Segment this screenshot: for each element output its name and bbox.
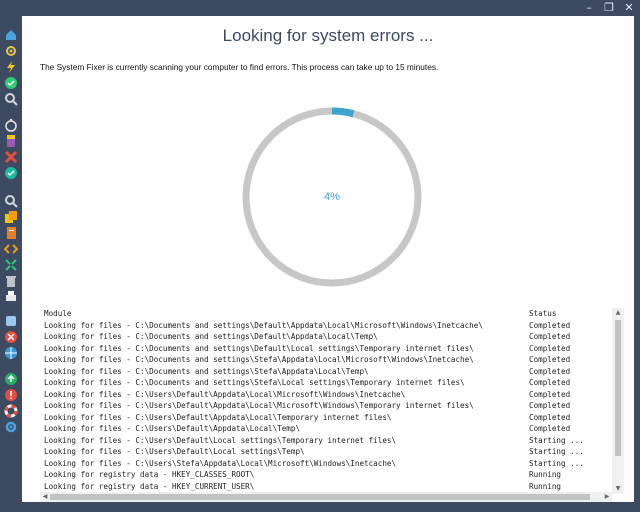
- row-status: Starting ...: [529, 435, 584, 445]
- document-icon[interactable]: [4, 226, 18, 240]
- gear-icon[interactable]: [4, 44, 18, 58]
- progress-percent: 4%: [324, 191, 340, 203]
- row-status: Completed: [529, 366, 571, 376]
- row-module: Looking for files - C:\Documents and set…: [44, 343, 474, 353]
- row-module: Looking for files - C:\Documents and set…: [44, 320, 483, 330]
- table-row: Looking for files - C:\Documents and set…: [40, 320, 610, 332]
- row-status: Completed: [529, 343, 571, 353]
- alert-icon[interactable]: [4, 388, 18, 402]
- globe-icon[interactable]: [4, 346, 18, 360]
- scan-log-table: Module Status Looking for files - C:\Doc…: [40, 308, 610, 492]
- row-module: Looking for files - C:\Users\Default\Loc…: [44, 447, 305, 456]
- home-icon[interactable]: [4, 28, 18, 42]
- row-module: Looking for files - C:\Users\Default\App…: [44, 389, 406, 399]
- zoom-icon[interactable]: [4, 194, 18, 208]
- resize-icon[interactable]: [4, 258, 18, 272]
- lightning-icon[interactable]: [4, 60, 18, 74]
- scan-description: The System Fixer is currently scanning y…: [40, 62, 439, 72]
- row-status: Completed: [529, 389, 571, 399]
- lifebuoy-icon[interactable]: [4, 404, 18, 418]
- page-title: Looking for system errors ...: [222, 26, 434, 45]
- stopwatch-icon[interactable]: [4, 118, 18, 132]
- settings-icon[interactable]: [4, 420, 18, 434]
- row-status: Completed: [529, 320, 571, 330]
- error-icon[interactable]: [4, 330, 18, 344]
- scroll-up-arrow-icon[interactable]: ▲: [612, 308, 624, 318]
- row-module: Looking for files - C:\Users\Stefa\Appda…: [44, 458, 397, 468]
- main-panel: Looking for system errors ... The System…: [22, 16, 634, 502]
- refresh-icon[interactable]: [4, 166, 18, 180]
- row-module: Looking for files - C:\Documents and set…: [44, 378, 465, 387]
- row-status: Running: [529, 481, 562, 491]
- magnifier-icon[interactable]: [4, 92, 18, 106]
- column-header-module: Module: [44, 309, 72, 318]
- scroll-left-arrow-icon[interactable]: ◀: [40, 492, 50, 502]
- row-module: Looking for registry data - HKEY_CURRENT…: [44, 481, 255, 491]
- table-row: Looking for files - C:\Users\Default\Loc…: [40, 435, 610, 447]
- table-header: Module Status: [40, 308, 610, 320]
- row-module: Looking for files - C:\Documents and set…: [44, 366, 369, 376]
- row-module: Looking for files - C:\Users\Default\App…: [44, 424, 301, 433]
- scroll-down-arrow-icon[interactable]: ▼: [612, 484, 624, 494]
- code-icon[interactable]: [4, 242, 18, 256]
- row-status: Completed: [529, 355, 571, 364]
- vertical-scroll-thumb[interactable]: [615, 320, 621, 456]
- table-row: Looking for files - C:\Users\Default\App…: [40, 389, 610, 401]
- table-row: Looking for files - C:\Documents and set…: [40, 354, 610, 366]
- upload-icon[interactable]: [4, 372, 18, 386]
- sidebar: [0, 16, 22, 512]
- check-shield-icon[interactable]: [4, 76, 18, 90]
- row-module: Looking for files - C:\Users\Default\Loc…: [44, 435, 397, 445]
- progress-ring: 4%: [237, 102, 427, 292]
- table-row: Looking for files - C:\Users\Stefa\Appda…: [40, 458, 610, 470]
- column-header-status: Status: [529, 309, 557, 318]
- printer-icon[interactable]: [4, 290, 18, 304]
- table-row: Looking for files - C:\Users\Default\Loc…: [40, 446, 610, 458]
- table-row: Looking for files - C:\Users\Default\App…: [40, 423, 610, 435]
- cross-tools-icon[interactable]: [4, 150, 18, 164]
- minimize-button[interactable]: –: [580, 1, 598, 15]
- row-module: Looking for files - C:\Users\Default\App…: [44, 401, 474, 410]
- vertical-scrollbar[interactable]: ▲ ▼: [612, 308, 624, 494]
- row-status: Completed: [529, 378, 571, 387]
- copy-icon[interactable]: [4, 210, 18, 224]
- scroll-right-arrow-icon[interactable]: ▶: [602, 492, 612, 502]
- row-module: Looking for files - C:\Documents and set…: [44, 355, 474, 364]
- row-module: Looking for files - C:\Users\Default\App…: [44, 412, 392, 422]
- table-row: Looking for files - C:\Documents and set…: [40, 343, 610, 355]
- row-status: Starting ...: [529, 447, 584, 456]
- window-titlebar: – ❐ ✕: [0, 0, 640, 16]
- horizontal-scrollbar[interactable]: ◀ ▶: [40, 492, 612, 502]
- row-status: Completed: [529, 332, 571, 341]
- paint-icon[interactable]: [4, 134, 18, 148]
- table-row: Looking for registry data - HKEY_CURRENT…: [40, 481, 610, 493]
- table-row: Looking for files - C:\Documents and set…: [40, 331, 610, 343]
- puzzle-icon[interactable]: [4, 314, 18, 328]
- restore-button[interactable]: ❐: [600, 1, 618, 15]
- close-button[interactable]: ✕: [620, 1, 638, 15]
- row-status: Completed: [529, 424, 571, 433]
- row-status: Completed: [529, 401, 571, 410]
- trash-icon[interactable]: [4, 274, 18, 288]
- table-row: Looking for files - C:\Users\Default\App…: [40, 412, 610, 424]
- row-status: Completed: [529, 412, 571, 422]
- table-row: Looking for files - C:\Documents and set…: [40, 366, 610, 378]
- table-row: Looking for files - C:\Documents and set…: [40, 377, 610, 389]
- row-module: Looking for registry data - HKEY_CLASSES…: [44, 470, 255, 479]
- row-module: Looking for files - C:\Documents and set…: [44, 332, 378, 341]
- row-status: Starting ...: [529, 458, 584, 468]
- row-status: Running: [529, 470, 562, 479]
- horizontal-scroll-thumb[interactable]: [50, 494, 590, 500]
- table-row: Looking for registry data - HKEY_CLASSES…: [40, 469, 610, 481]
- table-row: Looking for files - C:\Users\Default\App…: [40, 400, 610, 412]
